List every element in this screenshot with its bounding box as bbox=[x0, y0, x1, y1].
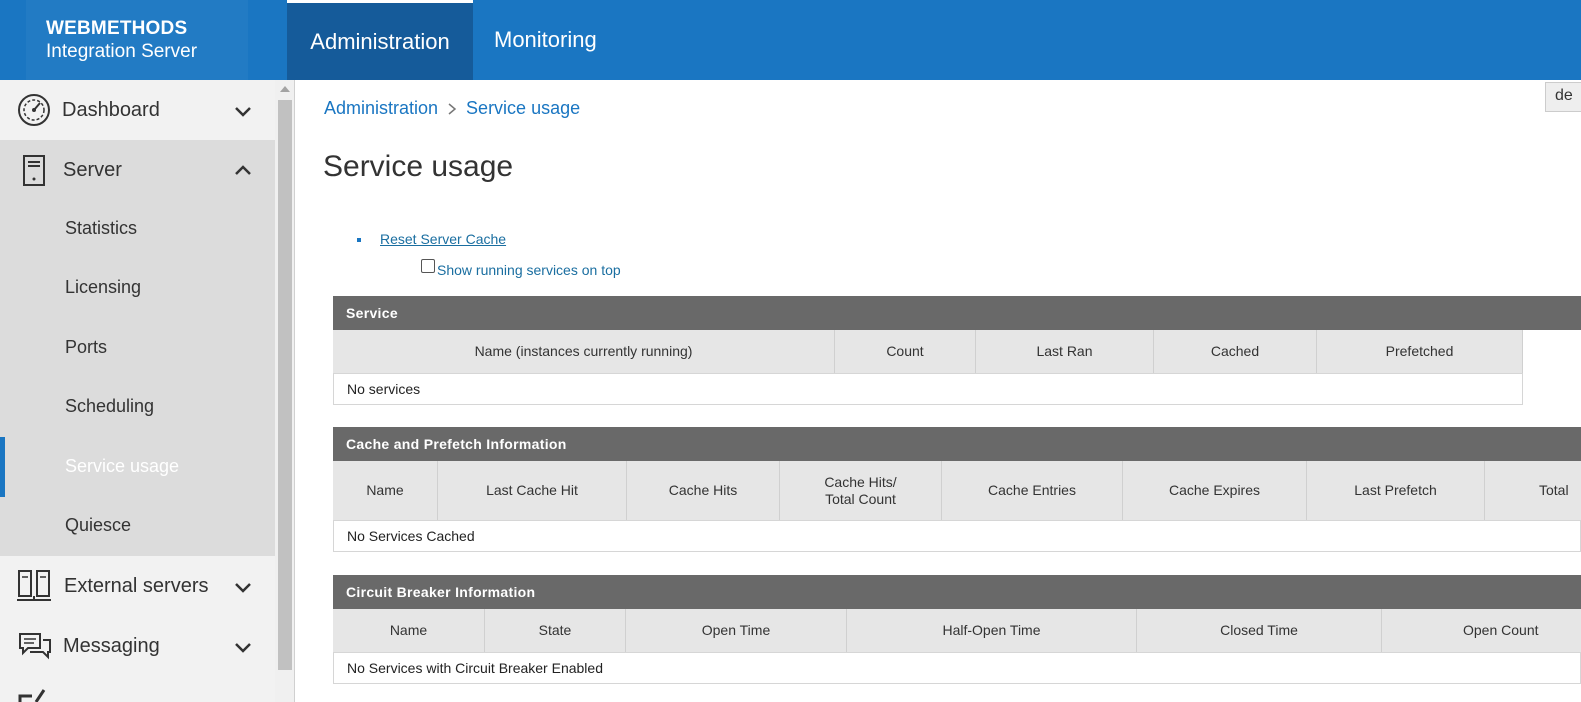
breadcrumb-current[interactable]: Service usage bbox=[466, 98, 580, 119]
column-header[interactable]: Cache Hits/ Total Count bbox=[780, 461, 942, 520]
table-empty-row: No Services with Circuit Breaker Enabled bbox=[333, 653, 1581, 684]
chevron-down-icon[interactable] bbox=[232, 576, 254, 598]
corner-tab[interactable]: de bbox=[1545, 82, 1581, 112]
messaging-icon bbox=[19, 633, 51, 660]
show-running-checkbox[interactable] bbox=[421, 259, 435, 273]
next-item-icon bbox=[18, 689, 46, 702]
column-header[interactable]: Closed Time bbox=[1137, 609, 1382, 652]
column-header[interactable]: Prefetched bbox=[1317, 330, 1523, 373]
sidebar-subitem-quiesce[interactable]: Quiesce bbox=[0, 496, 275, 555]
chevron-up-icon[interactable] bbox=[232, 160, 254, 182]
brand-line2: Integration Server bbox=[46, 41, 198, 62]
column-header[interactable]: Cached bbox=[1154, 330, 1317, 373]
table-title: Service bbox=[333, 296, 1581, 330]
table-header-row: Name (instances currently running) Count… bbox=[333, 330, 1523, 374]
sidebar-item-label: External servers bbox=[64, 574, 209, 597]
column-header[interactable]: Last Prefetch bbox=[1307, 461, 1485, 520]
tab-monitoring[interactable]: Monitoring bbox=[494, 0, 597, 80]
column-header[interactable]: Last Ran bbox=[976, 330, 1154, 373]
service-table: Service Name (instances currently runnin… bbox=[333, 296, 1581, 405]
chevron-right-icon bbox=[448, 102, 457, 115]
page-title: Service usage bbox=[323, 150, 514, 183]
column-header[interactable]: Cache Entries bbox=[942, 461, 1123, 520]
breadcrumb-administration[interactable]: Administration bbox=[324, 98, 438, 119]
brand-line1: WEBMETHODS bbox=[46, 18, 188, 39]
table-empty-row: No Services Cached bbox=[333, 521, 1581, 552]
sidebar-subitem-statistics[interactable]: Statistics bbox=[0, 199, 275, 258]
column-header[interactable]: Open Time bbox=[626, 609, 847, 652]
top-bar: WEBMETHODS Integration Server Administra… bbox=[0, 0, 1581, 80]
column-header[interactable]: Cache Expires bbox=[1123, 461, 1307, 520]
table-header-row: Name Last Cache Hit Cache Hits Cache Hit… bbox=[333, 461, 1581, 521]
scrollbar-thumb[interactable] bbox=[278, 100, 292, 670]
sidebar-item-server[interactable]: Server bbox=[0, 140, 275, 200]
table-empty-row: No services bbox=[333, 374, 1523, 405]
dashboard-gauge-icon bbox=[18, 94, 50, 126]
sidebar-subitem-ports[interactable]: Ports bbox=[0, 318, 275, 377]
column-header[interactable]: Name (instances currently running) bbox=[333, 330, 835, 373]
brand-logo[interactable]: WEBMETHODS Integration Server bbox=[0, 0, 287, 80]
sidebar: Dashboard Server Statistics Licensing Po… bbox=[0, 80, 275, 702]
column-header[interactable]: Last Cache Hit bbox=[438, 461, 627, 520]
sidebar-item-messaging[interactable]: Messaging bbox=[0, 616, 275, 676]
sidebar-item-label: Messaging bbox=[63, 634, 160, 657]
table-header-row: Name State Open Time Half-Open Time Clos… bbox=[333, 609, 1581, 653]
column-header[interactable]: Total bbox=[1485, 461, 1581, 520]
column-header[interactable]: State bbox=[485, 609, 626, 652]
sidebar-subitem-service-usage[interactable]: Service usage bbox=[5, 437, 275, 496]
column-header[interactable]: Count bbox=[835, 330, 976, 373]
column-header[interactable]: Name bbox=[333, 461, 438, 520]
external-servers-icon bbox=[17, 570, 51, 601]
show-running-label[interactable]: Show running services on top bbox=[437, 262, 621, 278]
column-header[interactable]: Half-Open Time bbox=[847, 609, 1137, 652]
sidebar-item-label: Server bbox=[63, 158, 122, 181]
server-icon bbox=[23, 155, 45, 186]
tab-administration[interactable]: Administration bbox=[287, 0, 473, 80]
sidebar-subitem-scheduling[interactable]: Scheduling bbox=[0, 377, 275, 436]
brand-shade bbox=[26, 0, 248, 80]
sidebar-item-dashboard[interactable]: Dashboard bbox=[0, 80, 275, 140]
breadcrumb: Administration Service usage bbox=[324, 98, 580, 119]
reset-server-cache-link[interactable]: Reset Server Cache bbox=[380, 231, 506, 247]
sidebar-item-external-servers[interactable]: External servers bbox=[0, 556, 275, 616]
column-header[interactable]: Open Count bbox=[1382, 609, 1581, 652]
column-header[interactable]: Name bbox=[333, 609, 485, 652]
circuit-breaker-table: Circuit Breaker Information Name State O… bbox=[333, 575, 1581, 684]
sidebar-item-label: Dashboard bbox=[62, 98, 160, 121]
sidebar-subitem-licensing[interactable]: Licensing bbox=[0, 258, 275, 317]
chevron-down-icon[interactable] bbox=[232, 636, 254, 658]
table-title: Circuit Breaker Information bbox=[333, 575, 1581, 609]
scroll-up-arrow-icon[interactable] bbox=[280, 86, 290, 92]
list-bullet bbox=[357, 238, 361, 242]
sidebar-scrollbar[interactable] bbox=[275, 80, 295, 702]
chevron-down-icon[interactable] bbox=[232, 100, 254, 122]
table-title: Cache and Prefetch Information bbox=[333, 427, 1581, 461]
column-header[interactable]: Cache Hits bbox=[627, 461, 780, 520]
cache-prefetch-table: Cache and Prefetch Information Name Last… bbox=[333, 427, 1581, 552]
